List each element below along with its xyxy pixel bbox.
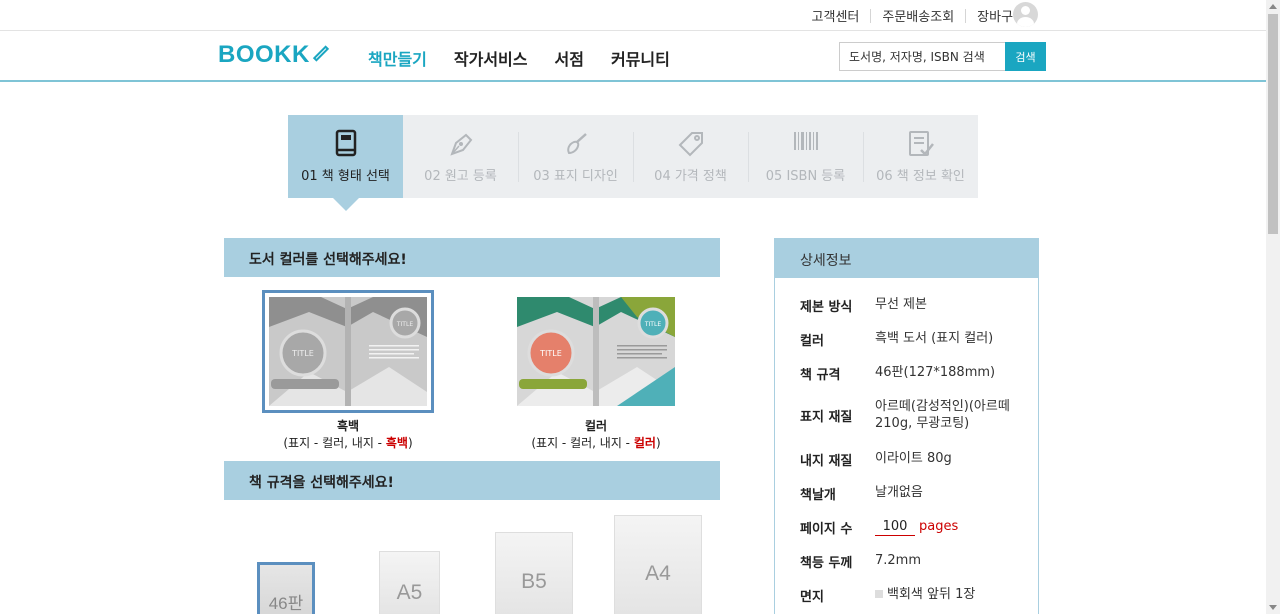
- detail-key: 면지: [800, 590, 824, 605]
- endpaper-value: 백회색 앞뒤 1장: [887, 587, 976, 602]
- detail-value: 7.2mm: [875, 553, 922, 568]
- color-option-color[interactable]: TITLE TITLE 컬러 (표지 - 컬러, 내지 - 컬러): [510, 290, 682, 451]
- size-option-a5[interactable]: A5: [379, 551, 440, 614]
- scroll-up-icon[interactable]: [1269, 4, 1277, 9]
- search-input[interactable]: [839, 42, 1005, 71]
- price-tag-icon: [633, 115, 748, 159]
- color-option-bw[interactable]: TITLE TITLE 흑백 (표지 - 컬러, 내지 - 흑백): [262, 290, 434, 451]
- bookk-logo[interactable]: BOOKK: [218, 41, 330, 69]
- detail-value: 무선 제본: [875, 297, 927, 312]
- detail-value: 100 pages: [875, 518, 1025, 536]
- pen-nib-icon: [403, 115, 518, 159]
- pages-unit: pages: [919, 519, 959, 534]
- detail-key: 표지 재질: [800, 410, 853, 425]
- menu-item-community[interactable]: 커뮤니티: [611, 46, 670, 70]
- checklist-icon: [863, 115, 978, 159]
- size-label: B5: [521, 570, 547, 593]
- desc-prefix: (표지 - 컬러, 내지 -: [531, 436, 634, 450]
- customer-center-link[interactable]: 고객센터: [801, 6, 871, 25]
- bw-option-desc: (표지 - 컬러, 내지 - 흑백): [262, 434, 434, 451]
- detail-value: 흑백 도서 (표지 컬러): [875, 331, 994, 346]
- brush-icon: [518, 115, 633, 159]
- size-option-46[interactable]: 46판: [257, 562, 315, 614]
- scrollbar-thumb[interactable]: [1268, 14, 1278, 234]
- main-menu: 책만들기 작가서비스 서점 커뮤니티: [368, 46, 697, 70]
- color-section-title: 도서 컬러를 선택해주세요!: [224, 238, 720, 277]
- page-count-input[interactable]: 100: [875, 518, 915, 536]
- color-thumb-title-small: TITLE: [644, 321, 661, 328]
- step-label: 02 원고 등록: [424, 169, 497, 184]
- step-label: 04 가격 정책: [654, 169, 727, 184]
- step-label: 05 ISBN 등록: [765, 169, 846, 184]
- size-section-title: 책 규격을 선택해주세요!: [224, 461, 720, 500]
- bw-thumb-title: TITLE: [291, 349, 314, 358]
- bw-book-thumbnail[interactable]: TITLE TITLE: [262, 290, 434, 413]
- desc-emphasis: 흑백: [385, 436, 408, 450]
- step-book-format[interactable]: 01 책 형태 선택: [288, 115, 403, 211]
- step-label: 01 책 형태 선택: [301, 169, 390, 184]
- detail-key: 책등 두께: [800, 556, 853, 571]
- size-option-a4[interactable]: A4: [614, 515, 702, 614]
- step-isbn[interactable]: 05 ISBN 등록: [748, 115, 863, 198]
- color-thumb-title: TITLE: [539, 349, 562, 358]
- detail-key: 책 규격: [800, 368, 841, 383]
- details-title: 상세정보: [775, 239, 1038, 278]
- detail-value: 날개없음: [875, 485, 923, 500]
- size-label: A5: [396, 581, 423, 604]
- desc-suffix: ): [655, 436, 661, 450]
- bw-spread-image: TITLE TITLE: [269, 297, 427, 406]
- menu-item-make-book[interactable]: 책만들기: [368, 46, 427, 70]
- size-option-b5[interactable]: B5: [495, 532, 573, 614]
- search-button[interactable]: 검색: [1005, 42, 1046, 71]
- swatch-icon: [875, 590, 883, 598]
- step-label: 03 표지 디자인: [533, 169, 618, 184]
- detail-key: 책날개: [800, 488, 836, 503]
- detail-key: 제본 방식: [800, 300, 853, 315]
- order-tracking-link[interactable]: 주문배송조회: [871, 6, 965, 25]
- color-spread-image: TITLE TITLE: [517, 297, 675, 406]
- step-label: 06 책 정보 확인: [876, 169, 965, 184]
- search-bar: 검색: [839, 42, 1046, 71]
- main-navigation: BOOKK 책만들기 작가서비스 서점 커뮤니티 검색: [0, 31, 1266, 82]
- progress-steps: 01 책 형태 선택 02 원고 등록 03 표지 디자인 04 가격 정책 0…: [288, 115, 978, 211]
- detail-value: 아르떼(감성적인)(아르떼 210g, 무광코팅): [875, 399, 1010, 431]
- detail-key: 컬러: [800, 334, 824, 349]
- menu-item-bookstore[interactable]: 서점: [555, 46, 584, 70]
- color-book-thumbnail[interactable]: TITLE TITLE: [510, 290, 682, 413]
- desc-prefix: (표지 - 컬러, 내지 -: [283, 436, 386, 450]
- utility-links: 고객센터 주문배송조회 장바구니: [801, 6, 1036, 25]
- bw-thumb-title-small: TITLE: [396, 321, 413, 328]
- book-icon: [288, 115, 403, 159]
- desc-emphasis: 컬러: [633, 436, 656, 450]
- step-manuscript[interactable]: 02 원고 등록: [403, 115, 518, 198]
- size-label: 46판: [268, 594, 304, 613]
- detail-value: 백회색 앞뒤 1장: [875, 586, 1025, 603]
- detail-key: 페이지 수: [800, 522, 853, 537]
- utility-bar: 고객센터 주문배송조회 장바구니: [0, 0, 1266, 31]
- bw-option-title: 흑백: [336, 419, 360, 433]
- menu-item-author-services[interactable]: 작가서비스: [454, 46, 528, 70]
- page-scrollbar[interactable]: [1266, 0, 1280, 614]
- details-panel: 상세정보 제본 방식 무선 제본 컬러 흑백 도서 (표지 컬러) 책 규격 4…: [774, 238, 1039, 614]
- step-pricing[interactable]: 04 가격 정책: [633, 115, 748, 198]
- color-option-title: 컬러: [584, 419, 608, 433]
- step-cover-design[interactable]: 03 표지 디자인: [518, 115, 633, 198]
- pencil-icon: [312, 45, 329, 62]
- size-label: A4: [645, 562, 671, 585]
- scroll-down-icon[interactable]: [1269, 605, 1277, 610]
- detail-value: 46판(127*188mm): [875, 365, 996, 380]
- logo-text: BOOKK: [218, 41, 310, 68]
- page: 고객센터 주문배송조회 장바구니 BOOKK 책만들기 작가서비스 서점 커뮤니…: [0, 0, 1280, 614]
- detail-value: 이라이트 80g: [875, 451, 952, 466]
- detail-key: 내지 재질: [800, 454, 853, 469]
- desc-suffix: ): [407, 436, 413, 450]
- barcode-icon: [748, 115, 863, 159]
- color-option-desc: (표지 - 컬러, 내지 - 컬러): [510, 434, 682, 451]
- user-avatar-icon[interactable]: [1013, 2, 1038, 27]
- step-book-info[interactable]: 06 책 정보 확인: [863, 115, 978, 198]
